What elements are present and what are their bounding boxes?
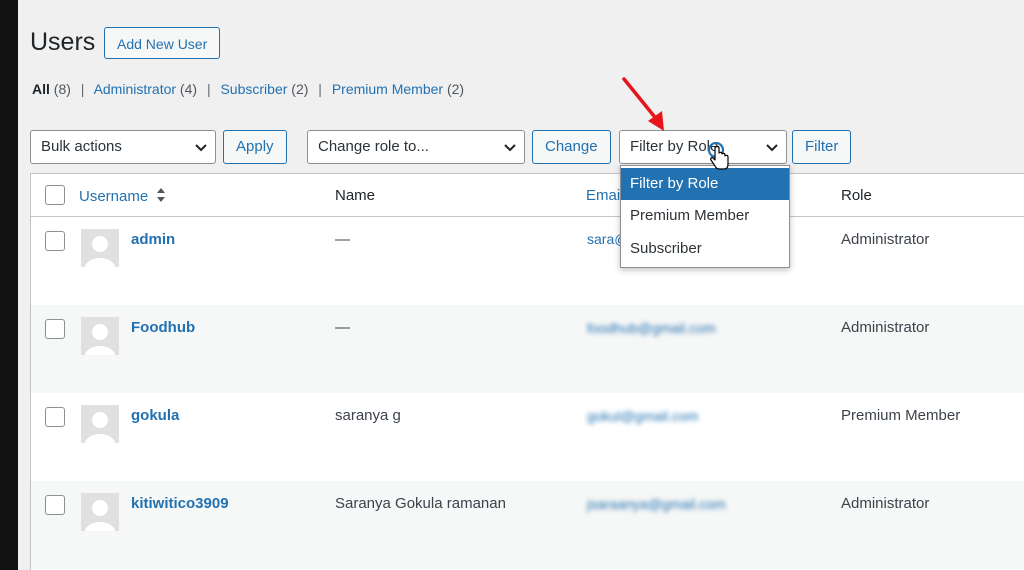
hand-pointer-cursor-icon (708, 142, 729, 170)
name-cell: saranya g (335, 407, 401, 424)
filter-subscriber-link[interactable]: Subscriber (220, 81, 287, 97)
default-avatar-icon (85, 500, 115, 531)
separator: | (318, 81, 322, 97)
table-row: kitiwitico3909 Saranya Gokula ramanan js… (31, 481, 1024, 569)
filter-premium-member-count: (2) (446, 81, 465, 97)
separator: | (206, 81, 211, 97)
filter-all-link[interactable]: All (32, 81, 50, 97)
default-avatar-icon (85, 324, 115, 355)
name-cell: Saranya Gokula ramanan (335, 495, 506, 512)
table-row: gokula saranya g gokul@gmail.com Premium… (31, 393, 1024, 481)
avatar (81, 405, 119, 443)
apply-button[interactable]: Apply (223, 130, 287, 164)
bulk-actions-value: Bulk actions (41, 138, 122, 155)
change-role-select[interactable]: Change role to... (307, 130, 525, 164)
role-option-premium-member[interactable]: Premium Member (621, 200, 789, 232)
role-option-subscriber[interactable]: Subscriber (621, 233, 789, 265)
name-cell: — (335, 231, 350, 248)
role-cell: Premium Member (841, 407, 961, 424)
select-all-checkbox[interactable] (45, 185, 65, 205)
filter-all-count: (8) (53, 81, 71, 97)
role-cell: Administrator (841, 495, 930, 512)
users-screen: Users Add New User All (8) | Administrat… (18, 0, 1024, 570)
filter-administrator-count: (4) (179, 81, 198, 97)
role-cell: Administrator (841, 231, 930, 248)
page-title: Users (30, 28, 96, 56)
users-table: Username Name Email Role admin — sara@ A… (30, 173, 1024, 570)
table-row: Foodhub — foodhub@gmail.com Administrato… (31, 305, 1024, 393)
row-checkbox[interactable] (45, 231, 65, 251)
email-link[interactable]: foodhub@gmail.com (587, 320, 716, 336)
role-option-filter-by-role[interactable]: Filter by Role (621, 168, 789, 200)
row-checkbox[interactable] (45, 495, 65, 515)
change-role-value: Change role to... (318, 138, 429, 155)
table-header: Username Name Email Role (31, 174, 1024, 217)
add-new-user-button[interactable]: Add New User (104, 27, 221, 59)
avatar (81, 493, 119, 531)
avatar (81, 229, 119, 267)
filter-administrator-link[interactable]: Administrator (94, 81, 176, 97)
username-link[interactable]: admin (131, 231, 175, 248)
chevron-down-icon (766, 144, 778, 152)
default-avatar-icon (85, 412, 115, 443)
column-name: Name (335, 187, 376, 204)
separator: | (80, 81, 85, 97)
filter-by-role-value: Filter by Role (630, 138, 719, 155)
table-row: admin — sara@ Administrator (31, 217, 1024, 305)
filter-premium-member-link[interactable]: Premium Member (332, 81, 443, 97)
default-avatar-icon (85, 236, 115, 267)
chevron-down-icon (195, 144, 207, 152)
email-link[interactable]: gokul@gmail.com (587, 408, 698, 424)
username-link[interactable]: gokula (131, 407, 179, 424)
annotation-arrow-icon (622, 77, 664, 131)
column-username-label: Username (79, 188, 149, 205)
avatar (81, 317, 119, 355)
filter-subscriber-count: (2) (291, 81, 309, 97)
filter-button[interactable]: Filter (792, 130, 852, 164)
name-cell: — (335, 319, 350, 336)
email-link[interactable]: jsaraanya@gmail.com (587, 496, 726, 512)
role-filter-links: All (8) | Administrator (4) | Subscriber… (32, 81, 464, 97)
row-checkbox[interactable] (45, 407, 65, 427)
chevron-down-icon (504, 144, 516, 152)
bulk-actions-select[interactable]: Bulk actions (30, 130, 216, 164)
filter-by-role-dropdown: Filter by Role Premium Member Subscriber (620, 165, 790, 268)
change-button[interactable]: Change (532, 130, 611, 164)
column-email[interactable]: Email (586, 187, 624, 204)
row-checkbox[interactable] (45, 319, 65, 339)
username-link[interactable]: kitiwitico3909 (131, 495, 229, 512)
username-link[interactable]: Foodhub (131, 319, 195, 336)
role-cell: Administrator (841, 319, 930, 336)
column-username[interactable]: Username (79, 187, 166, 205)
sort-icon (157, 188, 166, 202)
column-role: Role (841, 187, 872, 204)
